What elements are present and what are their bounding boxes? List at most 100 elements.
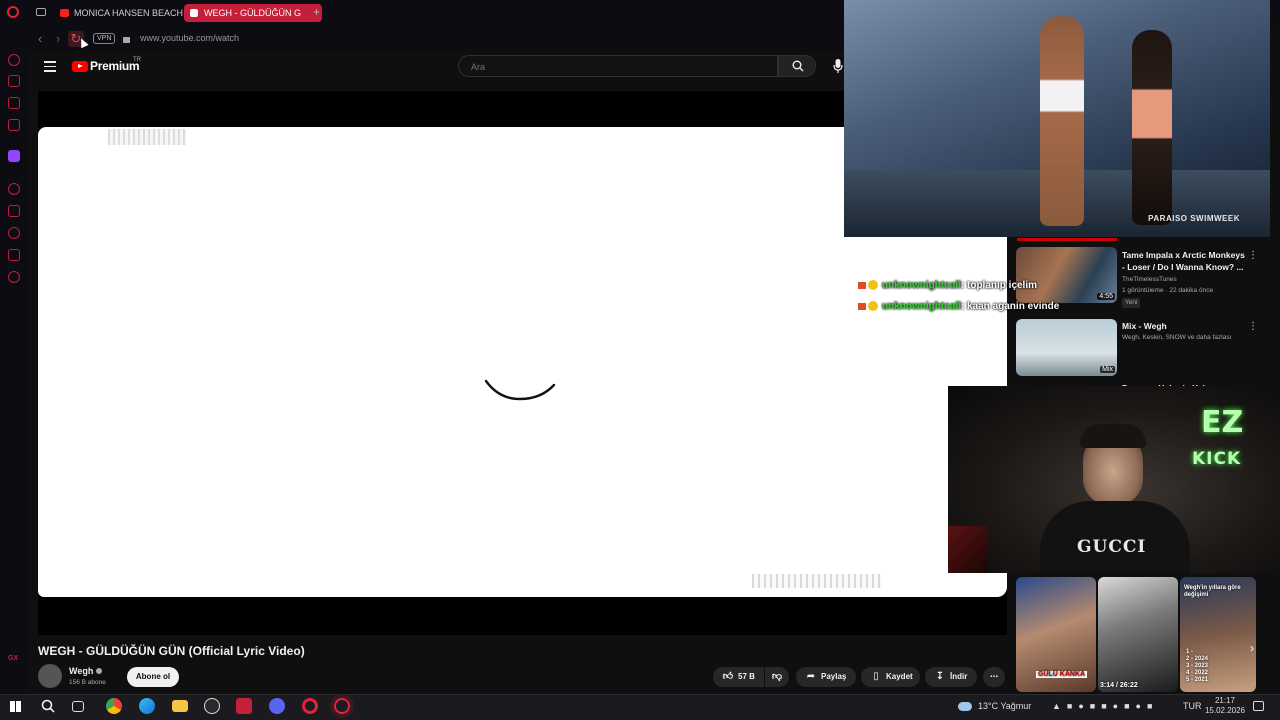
- short-thumbnail[interactable]: GÜLÜ KANKA: [1016, 577, 1096, 692]
- short-thumbnail[interactable]: 3:14 / 26:22: [1098, 577, 1178, 692]
- subscribe-button[interactable]: Abone ol: [127, 667, 179, 687]
- discord-icon[interactable]: [269, 698, 285, 714]
- short-list-item: 3 - 2023: [1186, 663, 1209, 669]
- like-button[interactable]: 👍︎ 57 B: [713, 667, 764, 687]
- chat-message: unknownightcall: toplanıp içelim: [858, 280, 1037, 291]
- shorts-strip: GÜLÜ KANKA 3:14 / 26:22 Wegh'in yıllara …: [1016, 577, 1256, 692]
- tab-wegh-active[interactable]: WEGH - GÜLDÜĞÜN G: [184, 4, 322, 22]
- subscriber-count: 156 B abone: [69, 679, 106, 686]
- clock[interactable]: 21:17 15.02.2026: [1203, 696, 1247, 716]
- language-indicator[interactable]: TUR: [1183, 701, 1202, 711]
- sidebar-vk-icon[interactable]: [8, 119, 20, 131]
- youtube-brand-label: Premium: [90, 59, 140, 73]
- like-count: 57 B: [738, 672, 755, 681]
- chat-username[interactable]: unknownightcall: [882, 280, 961, 291]
- chair-red: [948, 526, 988, 573]
- tab-monica-hansen[interactable]: MONICA HANSEN BEACH: [54, 4, 196, 22]
- speaker-icon: [190, 9, 198, 17]
- search-icon: [792, 60, 804, 72]
- sidebar-whatsapp-icon[interactable]: [8, 97, 20, 109]
- new-tab-button[interactable]: +: [313, 5, 320, 19]
- download-icon: ↧: [935, 671, 945, 682]
- recommendation-title[interactable]: Mix - Wegh: [1122, 320, 1246, 332]
- more-actions-button[interactable]: ⋯: [983, 667, 1005, 687]
- sidebar-bookmarks-icon[interactable]: [8, 205, 20, 217]
- download-label: İndir: [950, 672, 968, 681]
- search-input[interactable]: [469, 61, 753, 73]
- video-smudge-top: [108, 129, 186, 145]
- chat-text: : toplanıp içelim: [960, 280, 1038, 291]
- recommendation-thumbnail[interactable]: 4:55: [1016, 247, 1117, 303]
- task-view-icon[interactable]: [72, 701, 84, 712]
- sidebar-history-icon[interactable]: [8, 227, 20, 239]
- video-smudge-bottom: [752, 574, 882, 588]
- chat-badge-icon: [858, 281, 866, 289]
- youtube-favicon-icon: [60, 9, 69, 17]
- menu-icon[interactable]: [44, 61, 56, 75]
- tab-switcher-icon[interactable]: [36, 8, 46, 16]
- save-button[interactable]: ▯ Kaydet: [861, 667, 920, 687]
- file-explorer-icon[interactable]: [172, 700, 188, 712]
- clock-date: 15.02.2026: [1204, 706, 1246, 715]
- short-list-item: 4 - 2022: [1186, 670, 1209, 676]
- short-list-item: 1 -: [1186, 649, 1194, 655]
- sidebar-gx-icon[interactable]: GX: [8, 655, 18, 662]
- chat-message: unknownightcall: kaan aganin evinde: [858, 301, 1059, 312]
- short-thumbnail[interactable]: Wegh'in yıllara göre değişimi 1 - 2 - 20…: [1180, 577, 1256, 692]
- recommendation-channel[interactable]: Wegh, Keskin, SNOW ve daha fazlası: [1122, 333, 1231, 343]
- weather-label[interactable]: 13°C Yağmur: [978, 701, 1031, 711]
- notifications-icon[interactable]: [1253, 701, 1264, 711]
- download-button[interactable]: ↧ İndir: [925, 667, 977, 687]
- more-options-icon[interactable]: ⋮: [1248, 321, 1258, 332]
- region-label: TR: [133, 57, 141, 63]
- obs-icon[interactable]: [204, 698, 220, 714]
- chat-badge-icon: [858, 302, 866, 310]
- microphone-icon[interactable]: [833, 58, 843, 74]
- forward-button[interactable]: ›: [50, 31, 66, 47]
- url-field[interactable]: www.youtube.com/watch: [140, 32, 239, 44]
- chrome-icon[interactable]: [106, 698, 122, 714]
- channel-name-text: Wegh: [69, 666, 94, 676]
- share-button[interactable]: ➦ Paylaş: [796, 667, 856, 687]
- recommendation-thumbnail[interactable]: Mix: [1016, 319, 1117, 376]
- save-label: Kaydet: [886, 672, 913, 681]
- search-box: [458, 55, 778, 77]
- recommendation-channel[interactable]: TheTimelessTunes: [1122, 275, 1177, 285]
- sidebar-player-icon[interactable]: [8, 183, 20, 195]
- tray-icons[interactable]: ▲■●■■●■●■: [1052, 701, 1158, 711]
- sidebar-aria-icon[interactable]: [8, 54, 20, 66]
- opera-icon[interactable]: [302, 698, 318, 714]
- short-list-item: 5 - 2021: [1186, 677, 1209, 683]
- voice-app-icon[interactable]: [236, 698, 252, 714]
- chat-username[interactable]: unknownightcall: [882, 301, 961, 312]
- chevron-right-icon[interactable]: ›: [1250, 641, 1254, 655]
- search-icon[interactable]: [41, 699, 55, 713]
- opera-logo-icon[interactable]: [7, 6, 19, 18]
- recommendation-progress-bar: [1017, 238, 1117, 241]
- avatar[interactable]: [38, 664, 62, 688]
- sidebar-twitch-icon[interactable]: [8, 150, 20, 162]
- sidebar-messenger-icon[interactable]: [8, 75, 20, 87]
- channel-name[interactable]: Wegh: [69, 666, 102, 676]
- duration-badge: 4:55: [1097, 293, 1115, 300]
- picture-in-picture-video[interactable]: PARAISO SWIMWEEK: [844, 0, 1270, 237]
- back-button[interactable]: ‹: [32, 31, 48, 47]
- opera-gx-icon[interactable]: [334, 698, 350, 714]
- windows-start-icon[interactable]: [10, 701, 21, 712]
- sidebar-extensions-icon[interactable]: [8, 249, 20, 261]
- more-options-icon[interactable]: ⋮: [1248, 250, 1258, 261]
- thumbs-down-icon: 👎︎: [771, 671, 783, 682]
- vpn-badge[interactable]: VPN: [93, 33, 116, 44]
- dislike-button[interactable]: 👎︎: [765, 667, 789, 687]
- weather-icon[interactable]: [958, 702, 972, 711]
- youtube-logo-icon[interactable]: [72, 61, 88, 72]
- streamer-hair: [1080, 424, 1146, 448]
- sidebar-settings-icon[interactable]: [8, 271, 20, 283]
- recommendation-title[interactable]: Tame Impala x Arctic Monkeys - Loser / D…: [1122, 249, 1246, 273]
- tab-label: WEGH - GÜLDÜĞÜN G: [204, 8, 302, 18]
- verified-icon: [95, 668, 102, 674]
- edge-icon[interactable]: [139, 698, 155, 714]
- shirt-text: GUCCI: [1077, 537, 1147, 557]
- more-horizontal-icon: ⋯: [990, 672, 998, 681]
- search-button[interactable]: [778, 55, 816, 77]
